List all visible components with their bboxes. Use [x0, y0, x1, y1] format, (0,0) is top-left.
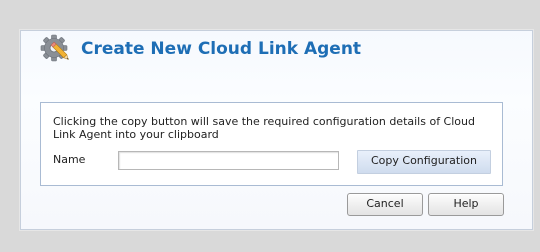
dialog-title: Create New Cloud Link Agent [81, 39, 362, 59]
copy-configuration-button[interactable]: Copy Configuration [357, 150, 491, 174]
cancel-button[interactable]: Cancel [347, 193, 423, 216]
name-input[interactable] [118, 151, 339, 170]
copy-instructions-text: Clicking the copy button will save the r… [53, 115, 475, 141]
configuration-panel: Clicking the copy button will save the r… [40, 102, 503, 186]
dialog-title-bar: Create New Cloud Link Agent [21, 31, 532, 71]
name-label: Name [53, 153, 86, 166]
help-button[interactable]: Help [428, 193, 504, 216]
create-cloud-link-agent-dialog: Create New Cloud Link Agent Clicking the… [20, 30, 533, 230]
gear-pencil-icon [39, 32, 73, 64]
